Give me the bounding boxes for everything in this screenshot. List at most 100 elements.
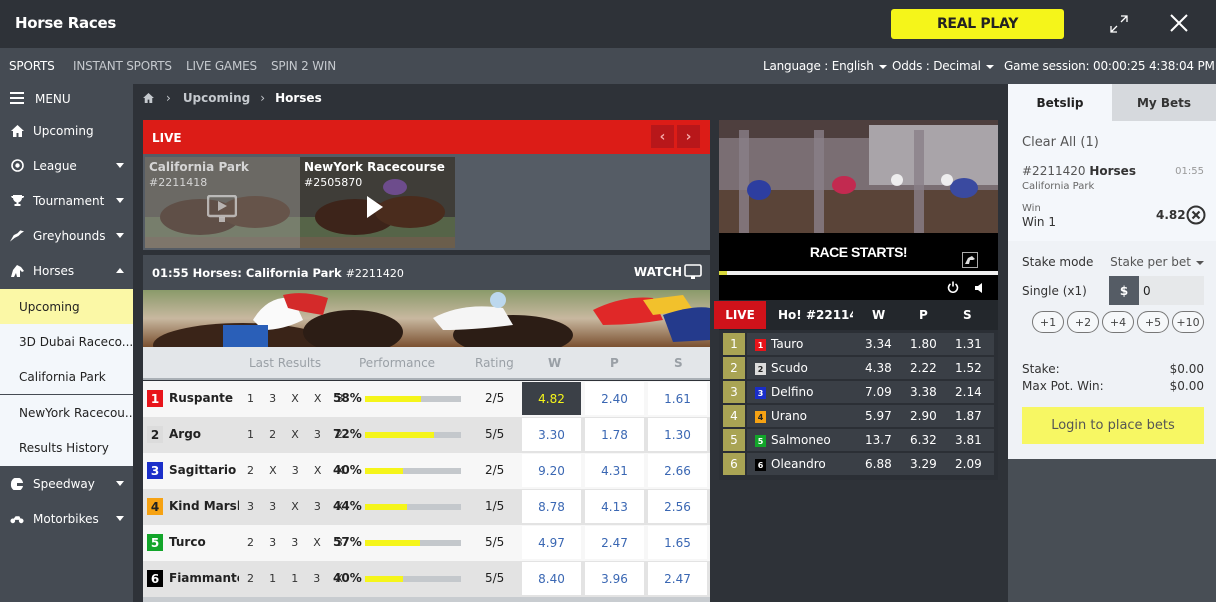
- live-row-body: 2 Scudo 4.38 2.22 1.52: [747, 357, 994, 379]
- odds-button-win[interactable]: 8.40: [522, 562, 581, 595]
- clear-all-button[interactable]: Clear All (1): [1022, 135, 1099, 150]
- odds-button-win[interactable]: 9.20: [522, 454, 581, 487]
- remove-bet-icon[interactable]: [1186, 205, 1206, 225]
- sidebar-subitem-results-history[interactable]: Results History: [0, 430, 133, 466]
- breadcrumb-upcoming[interactable]: Upcoming: [183, 91, 250, 105]
- odds-button-place[interactable]: 3.96: [585, 562, 644, 595]
- stake-label: Stake:: [1022, 362, 1060, 376]
- quick-stake-4[interactable]: +4: [1102, 311, 1134, 333]
- home-icon[interactable]: [143, 93, 154, 103]
- odds-button-win[interactable]: 4.82: [522, 382, 581, 415]
- odds-button-place[interactable]: 4.31: [585, 454, 644, 487]
- race-header: 01:55 Horses: California Park #2211420 W…: [143, 255, 710, 290]
- home-icon: [10, 124, 24, 137]
- tab-betslip[interactable]: Betslip: [1008, 84, 1112, 121]
- odds-button-show[interactable]: 1.65: [648, 526, 707, 559]
- monitor-play-icon: [207, 195, 237, 222]
- odds-button-place[interactable]: 1.78: [585, 418, 644, 451]
- sidebar-item-upcoming[interactable]: Upcoming: [0, 113, 133, 148]
- odds-button-win[interactable]: 8.78: [522, 490, 581, 523]
- odds-win: 5.97: [865, 409, 892, 423]
- language-dropdown[interactable]: Language : English: [763, 59, 887, 73]
- performance-bar: [365, 540, 461, 546]
- volume-icon[interactable]: [975, 283, 983, 293]
- performance-bar-fill: [365, 396, 421, 402]
- prev-button[interactable]: ‹: [651, 125, 674, 148]
- odds-format-dropdown[interactable]: Odds : Decimal: [892, 59, 994, 73]
- stake-value: $0.00: [1169, 362, 1204, 376]
- watch-button[interactable]: WATCH: [634, 264, 702, 280]
- real-play-button[interactable]: REAL PLAY: [891, 9, 1064, 39]
- odds-button-place[interactable]: 4.13: [585, 490, 644, 523]
- sidebar-subitem-newyork[interactable]: NewYork Racecou...: [0, 395, 133, 430]
- sidebar-subitem-california-park[interactable]: California Park: [0, 359, 133, 394]
- odds-button-show[interactable]: 2.47: [648, 562, 707, 595]
- sidebar-item-speedway[interactable]: Speedway: [0, 466, 133, 501]
- video-frame-image: [719, 120, 998, 233]
- odds-button-show[interactable]: 1.61: [648, 382, 707, 415]
- odds-format-label: Odds : Decimal: [892, 59, 981, 73]
- power-icon[interactable]: [947, 281, 959, 293]
- odds-button-place[interactable]: 2.40: [585, 382, 644, 415]
- stake-input[interactable]: 0: [1139, 276, 1204, 305]
- live-table-row: 2 2 Scudo 4.38 2.22 1.52: [723, 357, 994, 380]
- close-icon[interactable]: [1168, 12, 1190, 34]
- sidebar-subitem-upcoming[interactable]: Upcoming: [0, 289, 133, 324]
- odds-button-show[interactable]: 2.56: [648, 490, 707, 523]
- stake-mode-label: Stake mode: [1022, 255, 1094, 269]
- horse-logo-icon: [962, 252, 978, 268]
- odds-button-place[interactable]: 2.47: [585, 526, 644, 559]
- nav-sports[interactable]: SPORTS: [9, 59, 55, 73]
- quick-stake-5[interactable]: +5: [1137, 311, 1169, 333]
- next-button[interactable]: ›: [677, 125, 700, 148]
- top-bar: Horse Races REAL PLAY: [0, 0, 1216, 48]
- live-thumb-newyork[interactable]: NewYork Racecourse #2505870: [300, 157, 455, 248]
- sidebar-item-league[interactable]: League: [0, 148, 133, 183]
- odds-button-win[interactable]: 3.30: [522, 418, 581, 451]
- live-row-body: 4 Urano 5.97 2.90 1.87: [747, 405, 994, 427]
- nav-spin-2-win[interactable]: SPIN 2 WIN: [271, 59, 336, 73]
- quick-stake-1[interactable]: +1: [1032, 311, 1064, 333]
- sidebar-item-horses[interactable]: Horses: [0, 253, 133, 288]
- quick-stake-10[interactable]: +10: [1172, 311, 1204, 333]
- sidebar-item-tournament[interactable]: Tournament: [0, 183, 133, 218]
- runner-name: Fiammante: [169, 571, 239, 585]
- runner-rating: 5/5: [485, 427, 505, 441]
- quick-stake-2[interactable]: +2: [1067, 311, 1099, 333]
- sidebar-item-motorbikes[interactable]: Motorbikes: [0, 501, 133, 536]
- live-row-body: 1 Tauro 3.34 1.80 1.31: [747, 333, 994, 355]
- video-progress-bar[interactable]: [719, 271, 998, 275]
- odds-button-show[interactable]: 2.66: [648, 454, 707, 487]
- odds-button-show[interactable]: 1.30: [648, 418, 707, 451]
- runner-rating: 5/5: [485, 571, 505, 585]
- odds-button-win[interactable]: 4.97: [522, 526, 581, 559]
- performance-bar: [365, 576, 461, 582]
- odds-win: 13.7: [865, 433, 892, 447]
- runner-performance-pct: 40%: [333, 571, 362, 585]
- odds-place: 3.38: [910, 385, 937, 399]
- live-table-row: 6 6 Oleandro 6.88 3.29 2.09: [723, 453, 994, 476]
- live-video-player[interactable]: RACE STARTS!: [719, 120, 998, 300]
- col-s: S: [963, 308, 972, 322]
- race-time: 01:55: [152, 266, 189, 280]
- live-row-body: 3 Delfino 7.09 3.38 2.14: [747, 381, 994, 403]
- sidebar-item-label: Horses: [33, 263, 75, 278]
- runner-rating: 1/5: [485, 499, 505, 513]
- nav-live-games[interactable]: LIVE GAMES: [186, 59, 257, 73]
- runner-number-badge: 2: [755, 363, 766, 375]
- live-thumb-california-park[interactable]: California Park #2211418: [145, 157, 300, 248]
- stake-mode-dropdown[interactable]: Stake per bet: [1110, 255, 1204, 269]
- sidebar-item-greyhounds[interactable]: Greyhounds: [0, 218, 133, 253]
- expand-icon[interactable]: [1108, 13, 1130, 35]
- bet-market: Win: [1022, 203, 1041, 214]
- menu-toggle[interactable]: MENU: [0, 84, 133, 112]
- sidebar-item-label: Motorbikes: [33, 511, 99, 526]
- runner-rating: 2/5: [485, 463, 505, 477]
- sidebar-subitem-3d-dubai[interactable]: 3D Dubai Raceco...: [0, 324, 133, 359]
- nav-instant-sports[interactable]: INSTANT SPORTS: [73, 59, 172, 73]
- tab-my-bets[interactable]: My Bets: [1112, 84, 1216, 121]
- bet-time: 01:55: [1175, 166, 1204, 177]
- login-to-bet-button[interactable]: Login to place bets: [1022, 407, 1204, 444]
- hamburger-icon: [10, 92, 24, 104]
- odds-win: 6.88: [865, 457, 892, 471]
